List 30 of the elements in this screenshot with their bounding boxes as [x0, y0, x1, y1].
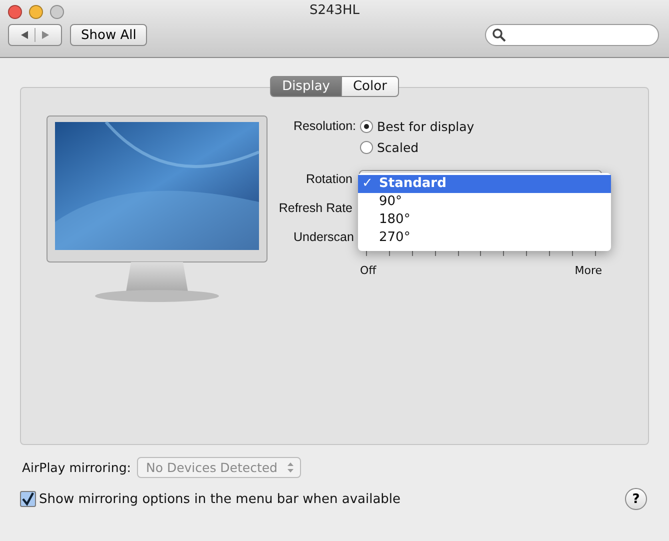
window-title: S243HL: [309, 3, 360, 18]
search-icon: [492, 28, 506, 42]
zoom-button[interactable]: [50, 5, 64, 19]
slider-max-label: More: [574, 264, 602, 277]
resolution-radio[interactable]: Scaled: [360, 140, 474, 155]
show-all-button[interactable]: Show All: [70, 24, 148, 46]
rotation-label: Rotation: [304, 171, 354, 186]
menu-item[interactable]: ✓ Standard: [358, 175, 611, 193]
refresh-rate-label: Refresh Rate: [278, 200, 354, 215]
updown-arrows-icon: [287, 462, 294, 473]
search-field[interactable]: [485, 24, 659, 46]
radio-label: Scaled: [377, 140, 419, 155]
radio-button[interactable]: [360, 141, 373, 154]
tab[interactable]: Display: [270, 76, 341, 97]
checkbox[interactable]: [20, 491, 36, 507]
minimize-button[interactable]: [29, 5, 43, 19]
help-button[interactable]: ?: [625, 488, 647, 510]
tab[interactable]: Color: [340, 76, 399, 97]
checkbox-label: Show mirroring options in the menu bar when available: [39, 492, 401, 506]
close-button[interactable]: [8, 5, 22, 19]
checkmark-icon: [21, 492, 35, 506]
resolution-label: Resolution:: [292, 119, 357, 133]
airplay-label: AirPlay mirroring:: [22, 460, 131, 475]
slider-min-label: Off: [360, 264, 376, 277]
menu-item[interactable]: 90°: [358, 193, 611, 211]
menu-item[interactable]: 270°: [358, 229, 611, 247]
menu-item[interactable]: 180°: [358, 211, 611, 229]
underscan-label: Underscan: [292, 230, 355, 244]
back-forward-control[interactable]: [8, 24, 62, 46]
radio-button[interactable]: [360, 120, 373, 133]
